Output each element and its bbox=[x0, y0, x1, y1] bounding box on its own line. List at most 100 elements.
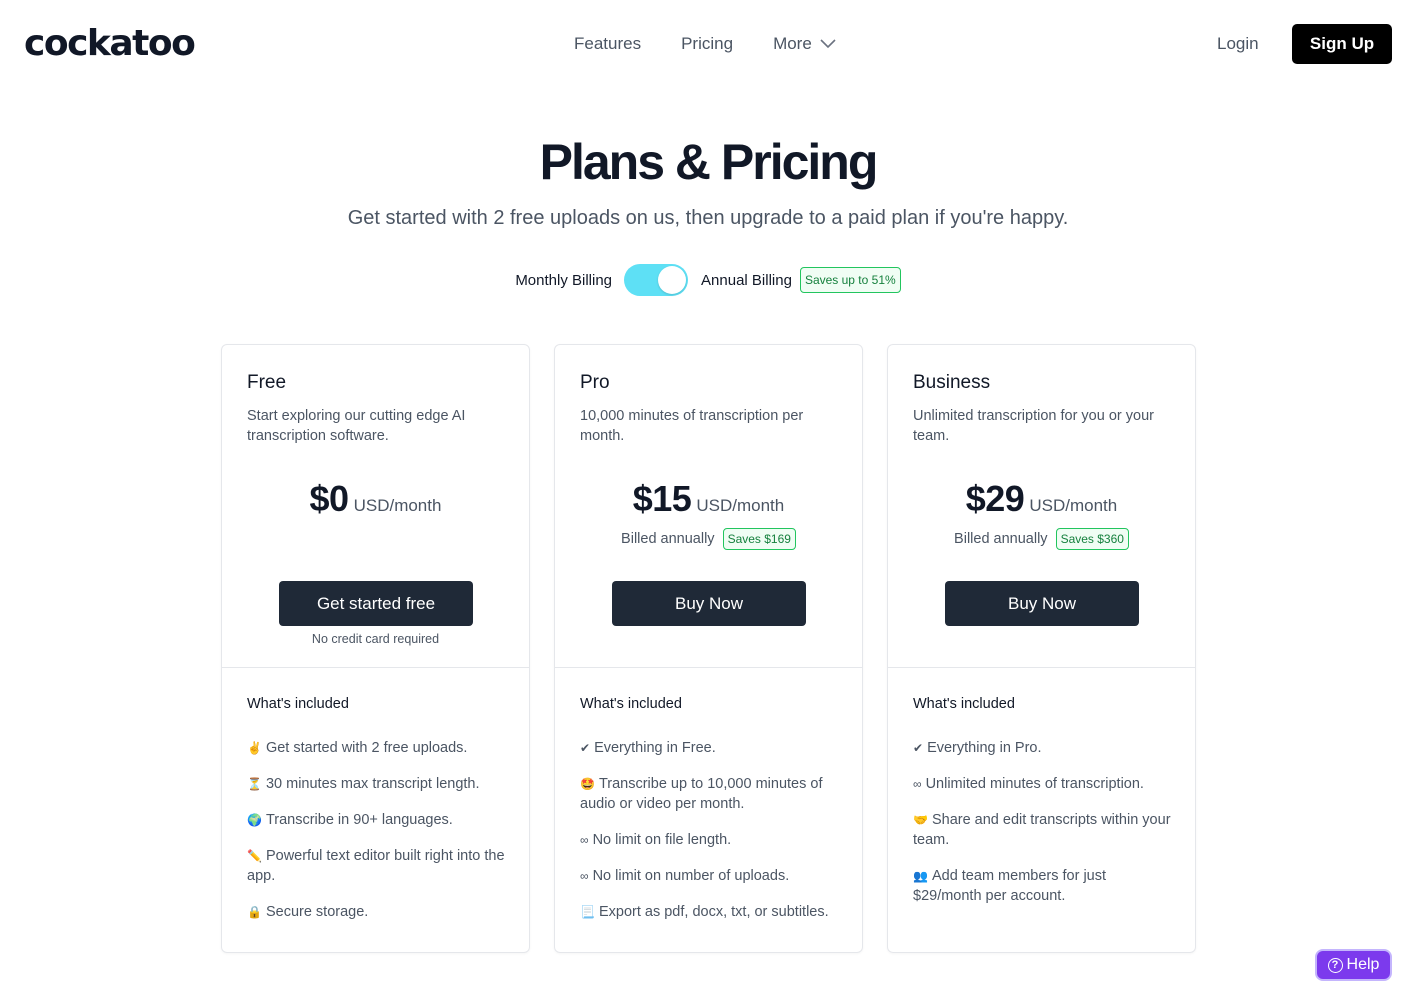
feature-text: Add team members for just $29/month per … bbox=[913, 868, 1107, 904]
signup-button[interactable]: Sign Up bbox=[1292, 24, 1392, 64]
checkmark-icon: ✔ bbox=[580, 741, 591, 755]
hourglass-icon: ⏳ bbox=[247, 777, 262, 791]
billed-text: Billed annually bbox=[621, 531, 715, 547]
feature-item: 📃 Export as pdf, docx, txt, or subtitles. bbox=[580, 902, 845, 922]
feature-item: 🤩 Transcribe up to 10,000 minutes of audi… bbox=[580, 774, 845, 814]
plan-card-header: Pro 10,000 minutes of transcription per … bbox=[555, 345, 862, 668]
infinity-icon: ∞ bbox=[580, 869, 589, 883]
price-row: $29 USD/month bbox=[888, 478, 1195, 520]
feature-text: Transcribe up to 10,000 minutes of audio… bbox=[580, 776, 823, 812]
nav-more-label: More bbox=[773, 34, 812, 53]
nav-features[interactable]: Features bbox=[574, 30, 641, 58]
saves-badge: Saves $169 bbox=[722, 528, 796, 550]
feature-list: ✔ Everything in Free. 🤩 Transcribe up to 1… bbox=[580, 738, 845, 938]
feature-item: 👥 Add team members for just $29/month per… bbox=[913, 866, 1178, 906]
billed-row: Billed annually Saves $360 bbox=[888, 528, 1195, 550]
buy-now-button[interactable]: Buy Now bbox=[612, 581, 806, 626]
toggle-knob bbox=[658, 266, 687, 294]
plan-name: Free bbox=[247, 372, 287, 393]
feature-item: ⏳ 30 minutes max transcript length. bbox=[247, 774, 512, 794]
feature-text: Powerful text editor built right into th… bbox=[247, 848, 505, 884]
handshake-icon: 🤝 bbox=[913, 813, 928, 827]
page-title: Plans & Pricing bbox=[539, 134, 879, 190]
pricing-cards: Free Start exploring our cutting edge AI… bbox=[221, 344, 1196, 953]
feature-item: 🤝 Share and edit transcripts within your … bbox=[913, 810, 1178, 850]
feature-item: ∞ Unlimited minutes of transcription. bbox=[913, 774, 1178, 794]
infinity-icon: ∞ bbox=[580, 833, 589, 847]
page-subtitle: Get started with 2 free uploads on us, t… bbox=[347, 207, 1069, 229]
document-icon: 📃 bbox=[580, 905, 595, 919]
star-struck-icon: 🤩 bbox=[580, 777, 595, 791]
feature-item: ∞ No limit on file length. bbox=[580, 830, 845, 850]
plan-card-header: Free Start exploring our cutting edge AI… bbox=[222, 345, 529, 668]
feature-text: Everything in Free. bbox=[594, 740, 716, 756]
logo[interactable]: cockatoo bbox=[24, 22, 196, 66]
help-button[interactable]: ? Help bbox=[1315, 949, 1392, 981]
plan-price: $15 bbox=[632, 478, 692, 519]
victory-hand-icon: ✌️ bbox=[247, 741, 262, 755]
main-nav: Features Pricing More bbox=[574, 30, 836, 58]
buy-now-button[interactable]: Buy Now bbox=[945, 581, 1139, 626]
lock-icon: 🔒 bbox=[247, 905, 262, 919]
plan-name: Pro bbox=[580, 372, 610, 393]
feature-item: ✌️ Get started with 2 free uploads. bbox=[247, 738, 512, 758]
price-unit: USD/month bbox=[696, 496, 785, 515]
annual-billing-label[interactable]: Annual Billing bbox=[701, 272, 792, 289]
checkmark-icon: ✔ bbox=[913, 741, 924, 755]
price-row: $0 USD/month bbox=[222, 478, 529, 520]
annual-save-badge: Saves up to 51% bbox=[799, 267, 901, 293]
billing-toggle[interactable] bbox=[624, 264, 689, 296]
feature-text: 30 minutes max transcript length. bbox=[265, 776, 480, 792]
feature-list: ✔ Everything in Pro. ∞ Unlimited minutes o… bbox=[913, 738, 1178, 922]
plan-price: $29 bbox=[965, 478, 1025, 519]
price-unit: USD/month bbox=[1029, 496, 1118, 515]
feature-text: Everything in Pro. bbox=[927, 740, 1042, 756]
globe-icon: 🌍 bbox=[247, 813, 262, 827]
plan-price: $0 bbox=[309, 478, 350, 519]
price-unit: USD/month bbox=[353, 496, 442, 515]
price-row: $15 USD/month bbox=[555, 478, 862, 520]
feature-item: ✏️ Powerful text editor built right into … bbox=[247, 846, 512, 886]
get-started-free-button[interactable]: Get started free bbox=[279, 581, 473, 626]
nav-pricing[interactable]: Pricing bbox=[681, 30, 733, 58]
question-circle-icon: ? bbox=[1327, 957, 1343, 973]
site-header: cockatoo Features Pricing More Login Sig… bbox=[0, 0, 1416, 90]
included-title: What's included bbox=[913, 696, 1015, 712]
login-link[interactable]: Login bbox=[1217, 30, 1259, 58]
feature-item: 🔒 Secure storage. bbox=[247, 902, 512, 922]
plan-card-header: Business Unlimited transcription for you… bbox=[888, 345, 1195, 668]
plan-description: 10,000 minutes of transcription per mont… bbox=[580, 408, 804, 444]
plan-name: Business bbox=[913, 372, 991, 393]
people-icon: 👥 bbox=[913, 869, 928, 883]
billed-row: Billed annually Saves $169 bbox=[555, 528, 862, 550]
feature-item: ✔ Everything in Free. bbox=[580, 738, 845, 758]
feature-text: Transcribe in 90+ languages. bbox=[265, 812, 453, 828]
plan-description: Unlimited transcription for you or your … bbox=[913, 408, 1154, 444]
feature-text: Share and edit transcripts within your t… bbox=[913, 812, 1171, 848]
plan-card-free: Free Start exploring our cutting edge AI… bbox=[221, 344, 530, 953]
feature-text: Secure storage. bbox=[265, 904, 369, 920]
help-label: Help bbox=[1346, 956, 1380, 973]
feature-text: No limit on file length. bbox=[592, 832, 732, 848]
billing-toggle-row: Monthly Billing Annual Billing Saves up … bbox=[0, 263, 1416, 297]
saves-badge: Saves $360 bbox=[1055, 528, 1129, 550]
pencil-icon: ✏️ bbox=[247, 849, 262, 863]
feature-item: ∞ No limit on number of uploads. bbox=[580, 866, 845, 886]
monthly-billing-label[interactable]: Monthly Billing bbox=[515, 272, 612, 289]
cta-note: No credit card required bbox=[311, 632, 440, 646]
plan-card-pro: Pro 10,000 minutes of transcription per … bbox=[554, 344, 863, 953]
included-title: What's included bbox=[247, 696, 349, 712]
feature-text: No limit on number of uploads. bbox=[592, 868, 790, 884]
feature-text: Export as pdf, docx, txt, or subtitles. bbox=[598, 904, 829, 920]
feature-text: Get started with 2 free uploads. bbox=[265, 740, 468, 756]
included-title: What's included bbox=[580, 696, 682, 712]
feature-item: 🌍 Transcribe in 90+ languages. bbox=[247, 810, 512, 830]
feature-list: ✌️ Get started with 2 free uploads. ⏳ 30 m… bbox=[247, 738, 512, 938]
chevron-down-icon bbox=[820, 39, 836, 49]
plan-description: Start exploring our cutting edge AI tran… bbox=[247, 408, 466, 444]
feature-text: Unlimited minutes of transcription. bbox=[925, 776, 1144, 792]
feature-item: ✔ Everything in Pro. bbox=[913, 738, 1178, 758]
infinity-icon: ∞ bbox=[913, 777, 922, 791]
billed-text: Billed annually bbox=[954, 531, 1048, 547]
nav-more-dropdown[interactable]: More bbox=[773, 30, 836, 58]
